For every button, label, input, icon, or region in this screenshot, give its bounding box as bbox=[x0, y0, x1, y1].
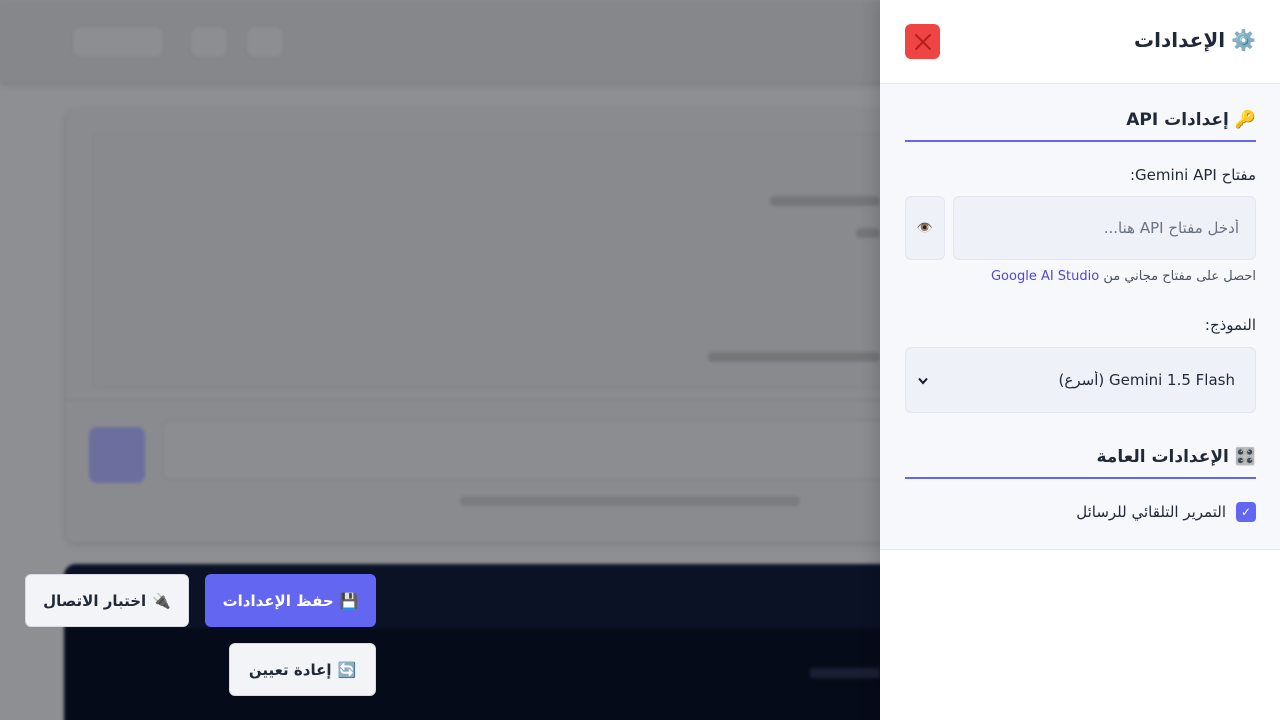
key-icon: 🔑 bbox=[1234, 110, 1256, 130]
background-send-button bbox=[89, 427, 145, 483]
reset-label: إعادة تعيين bbox=[248, 660, 332, 679]
eye-icon: 👁️ bbox=[916, 220, 934, 235]
save-settings-label: حفظ الإعدادات bbox=[222, 591, 334, 610]
close-button[interactable] bbox=[905, 24, 940, 59]
auto-scroll-label: التمرير التلقائي للرسائل bbox=[1076, 503, 1226, 521]
refresh-icon: 🔄 bbox=[337, 660, 357, 679]
background-text-line bbox=[770, 196, 880, 206]
api-section-title-text: إعدادات API bbox=[1126, 110, 1229, 130]
settings-panel: ⚙️ الإعدادات 🔑 إعدادات API مفتاح Gemini … bbox=[880, 0, 1280, 720]
reset-button[interactable]: 🔄 إعادة تعيين bbox=[229, 643, 376, 696]
settings-header: ⚙️ الإعدادات bbox=[880, 0, 1280, 84]
background-status-pill bbox=[72, 26, 164, 58]
background-divider bbox=[66, 400, 966, 401]
api-key-help: احصل على مفتاح مجاني من Google AI Studio bbox=[991, 269, 1256, 284]
background-clear-button bbox=[190, 26, 228, 58]
background-welcome-box bbox=[92, 134, 952, 388]
model-label: النموذج: bbox=[1204, 316, 1256, 334]
background-hint-line bbox=[460, 496, 800, 506]
auto-scroll-checkbox[interactable]: ✓ bbox=[1236, 502, 1256, 522]
check-icon: ✓ bbox=[1240, 505, 1252, 519]
api-key-label: مفتاح Gemini API: bbox=[1129, 166, 1256, 184]
gear-icon: ⚙️ bbox=[1231, 28, 1256, 52]
background-console-text bbox=[810, 668, 880, 678]
general-section-title-text: الإعدادات العامة bbox=[1096, 447, 1229, 467]
floppy-disk-icon: 💾 bbox=[339, 591, 359, 610]
test-connection-button[interactable]: 🔌 اختبار الاتصال bbox=[25, 574, 189, 627]
settings-title: ⚙️ الإعدادات bbox=[1134, 28, 1256, 52]
api-section-title: 🔑 إعدادات API bbox=[905, 110, 1256, 142]
auto-scroll-option[interactable]: ✓ التمرير التلقائي للرسائل bbox=[1076, 502, 1256, 522]
plug-icon: 🔌 bbox=[152, 591, 171, 610]
background-message-input bbox=[162, 420, 942, 480]
background-console-header bbox=[64, 564, 924, 628]
api-key-input[interactable] bbox=[953, 196, 1256, 260]
background-settings-button bbox=[246, 26, 284, 58]
settings-footer bbox=[880, 549, 1280, 720]
close-icon bbox=[914, 33, 931, 50]
control-knobs-icon: 🎛️ bbox=[1234, 447, 1256, 467]
toggle-visibility-button[interactable]: 👁️ bbox=[905, 196, 945, 260]
save-settings-button[interactable]: 💾 حفظ الإعدادات bbox=[205, 574, 376, 627]
help-text-prefix: احصل على مفتاح مجاني من bbox=[1103, 269, 1256, 284]
google-ai-studio-link[interactable]: Google AI Studio bbox=[991, 269, 1099, 284]
test-connection-label: اختبار الاتصال bbox=[43, 591, 147, 610]
background-text-line bbox=[708, 352, 880, 362]
general-section-title: 🎛️ الإعدادات العامة bbox=[905, 447, 1256, 479]
settings-title-text: الإعدادات bbox=[1134, 28, 1226, 52]
background-text-line bbox=[856, 228, 880, 238]
model-select[interactable]: Gemini 1.5 Flash (أسرع) bbox=[905, 347, 1256, 413]
